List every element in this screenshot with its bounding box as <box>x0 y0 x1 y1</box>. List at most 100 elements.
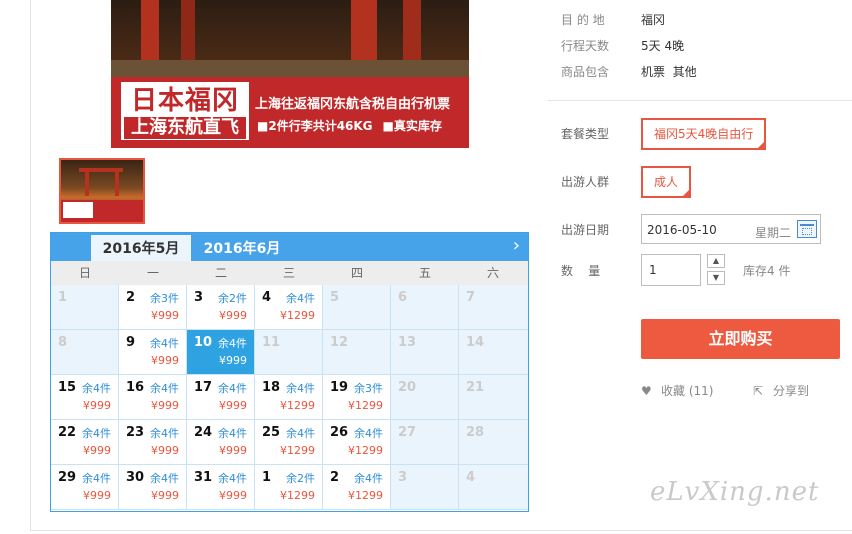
calendar-day-available[interactable]: 19 余3件 ¥1299 <box>323 375 391 420</box>
calendar-day-available[interactable]: 30 余4件 ¥999 <box>119 465 187 510</box>
banner-features: ■2件行李共计46KG ■真实库存 <box>257 117 442 134</box>
product-banner-image: 日本福冈 上海东航直飞 上海往返福冈东航含税自由行机票 ■2件行李共计46KG ■… <box>111 0 469 148</box>
share-button[interactable]: ⇱ 分享到 <box>753 382 809 399</box>
day-number: 3 <box>194 290 204 305</box>
day-stock: 余4件 <box>218 427 247 440</box>
package-type-label: 套餐类型 <box>561 127 610 141</box>
quantity-label: 数 量 <box>561 264 601 278</box>
quantity-input[interactable]: 1 <box>641 254 701 286</box>
content-frame-bottom-border <box>30 530 852 531</box>
favorite-label: 收藏 (11) <box>661 384 714 398</box>
tab-may-2016[interactable]: 2016年5月 <box>91 235 191 261</box>
calendar-week-row: 15 余4件 ¥999 16 余4件 ¥999 17 余4件 ¥999 18 余4件 ¥1299 19 余… <box>51 375 528 420</box>
share-label: 分享到 <box>773 384 810 398</box>
day-stock: 余4件 <box>82 382 111 395</box>
day-number: 7 <box>466 290 476 305</box>
calendar-day-unavailable: 1 <box>51 285 119 330</box>
day-price: ¥1299 <box>348 489 383 502</box>
calendar-day-available[interactable]: 29 余4件 ¥999 <box>51 465 119 510</box>
calendar-day-unavailable: 20 <box>391 375 459 420</box>
package-option-selected[interactable]: 福冈5天4晚自由行 <box>641 118 767 151</box>
share-icon: ⇱ <box>753 384 764 398</box>
duration-value: 5天 4晚 <box>641 39 685 53</box>
day-number: 4 <box>466 470 476 485</box>
day-price: ¥999 <box>219 489 247 502</box>
travel-date-field[interactable]: 2016-05-10 星期二 <box>641 214 821 244</box>
day-stock: 余3件 <box>150 292 179 305</box>
calendar-day-available[interactable]: 24 余4件 ¥999 <box>187 420 255 465</box>
calendar-week-row: 8 9 余4件 ¥999 10 余4件 ¥999 11 12 13 14 <box>51 330 528 375</box>
day-number: 13 <box>398 335 417 350</box>
day-number: 10 <box>194 335 213 350</box>
decrement-arrow-icon[interactable]: ▼ <box>707 271 725 285</box>
day-price: ¥1299 <box>348 399 383 412</box>
favorite-button[interactable]: ♥ 收藏 (11) <box>641 382 713 399</box>
day-number: 3 <box>398 470 408 485</box>
day-price: ¥1299 <box>280 489 315 502</box>
day-price: ¥999 <box>219 399 247 412</box>
day-price: ¥999 <box>83 489 111 502</box>
day-number: 23 <box>126 425 145 440</box>
weekday-label: 五 <box>418 266 431 280</box>
product-thumbnail[interactable] <box>59 158 145 224</box>
day-number: 1 <box>262 470 272 485</box>
day-number: 22 <box>58 425 77 440</box>
calendar-day-available[interactable]: 16 余4件 ¥999 <box>119 375 187 420</box>
day-number: 4 <box>262 290 272 305</box>
calendar-day-available[interactable]: 31 余4件 ¥999 <box>187 465 255 510</box>
includes-value: 机票 其他 <box>641 65 697 79</box>
destination-label: 目 的 地 <box>561 13 605 27</box>
calendar-day-available[interactable]: 4 余4件 ¥1299 <box>255 285 323 330</box>
calendar-icon[interactable] <box>797 220 817 238</box>
day-number: 8 <box>58 335 68 350</box>
day-price: ¥1299 <box>280 399 315 412</box>
calendar-day-available[interactable]: 18 余4件 ¥1299 <box>255 375 323 420</box>
increment-arrow-icon[interactable]: ▲ <box>707 254 725 268</box>
day-number: 2 <box>330 470 340 485</box>
price-calendar: 2016年5月 2016年6月 › 日 一 二 三 四 五 六 1 2 余3件 ¥99… <box>50 232 529 512</box>
day-number: 24 <box>194 425 213 440</box>
calendar-day-available[interactable]: 15 余4件 ¥999 <box>51 375 119 420</box>
calendar-day-unavailable: 27 <box>391 420 459 465</box>
day-stock: 余4件 <box>218 337 247 350</box>
calendar-day-unavailable: 4 <box>459 465 528 510</box>
stock-text: 库存4 件 <box>743 264 791 278</box>
day-number: 28 <box>466 425 485 440</box>
buy-now-button[interactable]: 立即购买 <box>641 319 840 359</box>
calendar-day-selected[interactable]: 10 余4件 ¥999 <box>187 330 255 375</box>
day-stock: 余4件 <box>218 472 247 485</box>
calendar-day-available[interactable]: 17 余4件 ¥999 <box>187 375 255 420</box>
day-number: 29 <box>58 470 77 485</box>
calendar-week-row: 22 余4件 ¥999 23 余4件 ¥999 24 余4件 ¥999 25 余4件 ¥1299 26 余… <box>51 420 528 465</box>
travel-date-label: 出游日期 <box>561 223 610 237</box>
calendar-day-available[interactable]: 2 余4件 ¥1299 <box>323 465 391 510</box>
day-stock: 余4件 <box>286 382 315 395</box>
calendar-day-available[interactable]: 25 余4件 ¥1299 <box>255 420 323 465</box>
day-number: 1 <box>58 290 68 305</box>
banner-logo-line2: 上海东航直飞 <box>124 117 246 139</box>
calendar-day-available[interactable]: 3 余2件 ¥999 <box>187 285 255 330</box>
traveler-option-selected[interactable]: 成人 <box>641 166 692 199</box>
day-number: 14 <box>466 335 485 350</box>
calendar-day-available[interactable]: 22 余4件 ¥999 <box>51 420 119 465</box>
day-price: ¥999 <box>219 354 247 367</box>
calendar-day-available[interactable]: 26 余4件 ¥1299 <box>323 420 391 465</box>
thumbnail-logo-box <box>63 202 93 218</box>
calendar-day-available[interactable]: 2 余3件 ¥999 <box>119 285 187 330</box>
weekday-header: 日 一 二 三 四 五 六 <box>51 261 528 285</box>
chevron-right-icon[interactable]: › <box>513 237 520 255</box>
calendar-day-unavailable: 7 <box>459 285 528 330</box>
day-stock: 余4件 <box>354 472 383 485</box>
tab-june-2016[interactable]: 2016年6月 <box>197 235 287 261</box>
calendar-day-available[interactable]: 9 余4件 ¥999 <box>119 330 187 375</box>
banner-logo-box: 日本福冈 上海东航直飞 <box>121 82 249 140</box>
calendar-day-available[interactable]: 1 余2件 ¥1299 <box>255 465 323 510</box>
day-stock: 余4件 <box>82 427 111 440</box>
calendar-day-available[interactable]: 23 余4件 ¥999 <box>119 420 187 465</box>
calendar-day-unavailable: 14 <box>459 330 528 375</box>
product-page: 日本福冈 上海东航直飞 上海往返福冈东航含税自由行机票 ■2件行李共计46KG ■… <box>0 0 852 534</box>
calendar-day-unavailable: 11 <box>255 330 323 375</box>
weekday-label: 四 <box>350 266 363 280</box>
day-price: ¥999 <box>83 444 111 457</box>
day-number: 15 <box>58 380 77 395</box>
